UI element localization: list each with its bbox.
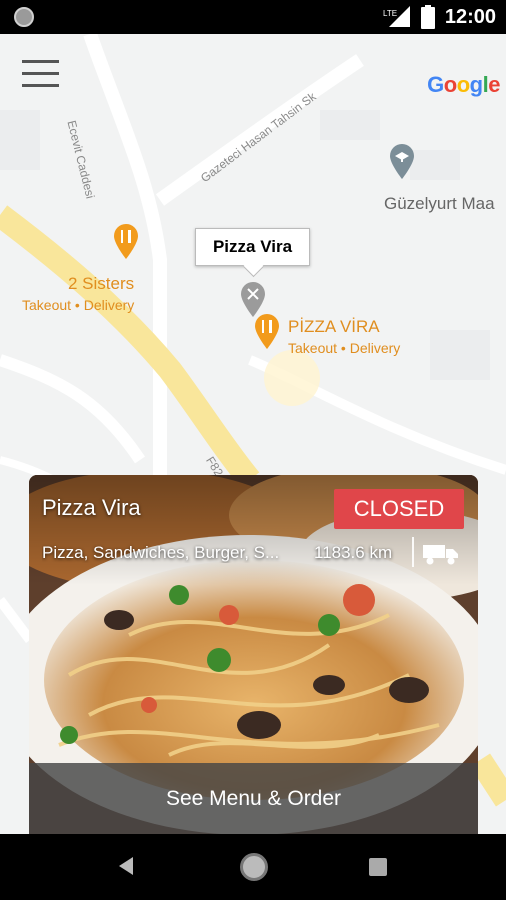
restaurant-name: Pizza Vira — [42, 495, 141, 520]
distance: 1183.6 km — [314, 543, 393, 562]
map-callout[interactable]: Pizza Vira — [195, 228, 310, 266]
google-logo-letter: G — [427, 72, 444, 97]
battery-icon — [420, 5, 435, 29]
google-logo-letter: g — [469, 72, 483, 97]
google-logo-letter: o — [443, 72, 457, 97]
google-logo: Google — [427, 72, 500, 98]
delivery-truck-icon — [423, 545, 458, 565]
poi-pizza-vira-sub: Takeout • Delivery — [288, 340, 401, 356]
cuisine-list: Pizza, Sandwiches, Burger, S... — [42, 543, 280, 562]
poi-two-sisters-sub: Takeout • Delivery — [22, 297, 135, 313]
notification-icon — [14, 7, 34, 27]
home-icon[interactable] — [240, 853, 268, 881]
google-logo-letter: o — [456, 72, 470, 97]
poi-school-label: Güzelyurt Maa — [384, 194, 495, 213]
menu-icon[interactable] — [22, 60, 62, 90]
divider — [412, 537, 414, 567]
navigation-bar — [0, 834, 506, 900]
restaurant-card[interactable]: Pizza Vira CLOSED Pizza, Sandwiches, Bur… — [29, 475, 478, 835]
school-pin-icon[interactable] — [389, 144, 415, 180]
status-badge: CLOSED — [334, 489, 464, 529]
poi-pizza-vira-name: PİZZA VİRA — [288, 317, 380, 336]
clock: 12:00 — [444, 5, 496, 28]
recent-apps-icon[interactable] — [369, 858, 387, 876]
see-menu-button[interactable]: See Menu & Order — [29, 763, 478, 835]
signal-icon: LTE — [383, 6, 410, 27]
restaurant-pin-icon[interactable] — [113, 224, 139, 260]
status-bar: LTE 12:00 — [0, 0, 506, 34]
google-logo-letter: e — [488, 72, 500, 97]
restaurant-pin-icon[interactable] — [254, 314, 280, 350]
poi-two-sisters-name: 2 Sisters — [68, 274, 135, 293]
network-type-label: LTE — [383, 9, 397, 18]
status-indicators: LTE 12:00 — [383, 0, 496, 34]
back-icon[interactable] — [117, 856, 135, 876]
selected-location-pin-icon[interactable] — [240, 282, 266, 318]
